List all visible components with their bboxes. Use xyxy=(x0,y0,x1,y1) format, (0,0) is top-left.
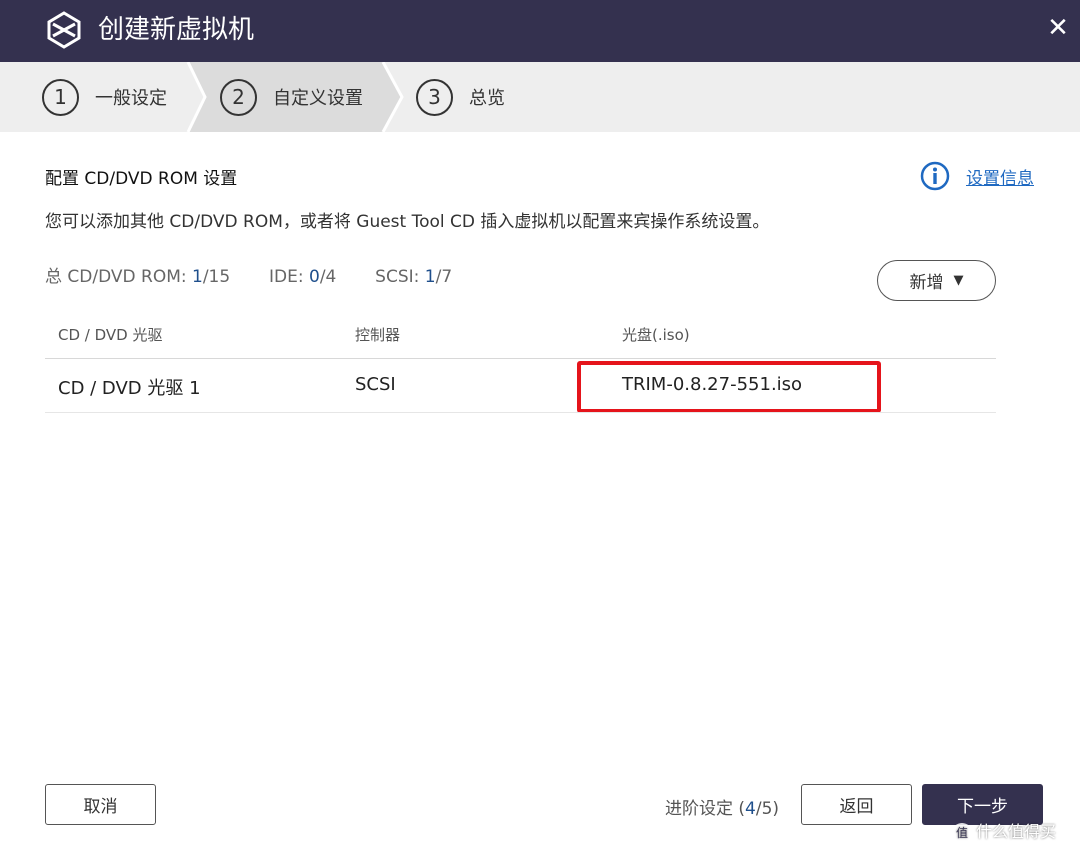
progress-total: /5 xyxy=(755,799,773,819)
total-rom-max: /15 xyxy=(202,267,231,287)
wizard-steps: 1 一般设定 2 自定义设置 3 总览 xyxy=(0,62,1080,132)
step-custom-settings[interactable]: 2 自定义设置 xyxy=(220,62,363,132)
table-divider xyxy=(45,358,996,359)
title-bar: 创建新虚拟机 ✕ xyxy=(0,0,1080,62)
progress-current: 4 xyxy=(745,799,756,819)
settings-info-link[interactable]: 设置信息 xyxy=(966,164,1034,189)
column-header-controller: 控制器 xyxy=(355,326,401,344)
ide-used: 0 xyxy=(308,267,320,287)
add-button-label: 新增 xyxy=(909,273,944,293)
ide-max: /4 xyxy=(319,267,337,287)
column-header-iso: 光盘(.iso) xyxy=(622,326,690,344)
section-title: 配置 CD/DVD ROM 设置 xyxy=(45,169,238,189)
total-rom-label: 总 CD/DVD ROM: xyxy=(45,267,192,287)
ide-label: IDE: xyxy=(269,267,309,287)
close-icon[interactable]: ✕ xyxy=(1040,10,1076,46)
rom-counts: 总 CD/DVD ROM: 1/15 IDE: 0/4 SCSI: 1/7 xyxy=(45,262,452,287)
step-number: 2 xyxy=(220,78,257,116)
cancel-button[interactable]: 取消 xyxy=(45,784,156,825)
iso-highlight-box xyxy=(577,361,881,413)
section-description: 您可以添加其他 CD/DVD ROM，或者将 Guest Tool CD 插入虚… xyxy=(45,212,770,232)
watermark-text: 什么值得买 xyxy=(976,822,1057,841)
watermark-icon: 值 xyxy=(952,822,972,843)
info-icon[interactable] xyxy=(920,161,950,191)
total-rom-used: 1 xyxy=(192,267,203,287)
cell-controller: SCSI xyxy=(355,374,396,395)
scsi-max: /7 xyxy=(435,267,453,287)
vm-logo-icon xyxy=(47,11,81,49)
progress-close: ) xyxy=(772,799,780,819)
progress-label: 进阶设定 ( xyxy=(665,799,746,819)
step-label: 总览 xyxy=(469,88,505,109)
step-overview[interactable]: 3 总览 xyxy=(416,62,505,132)
add-button[interactable]: 新增 ▼ xyxy=(877,260,996,301)
window-title: 创建新虚拟机 xyxy=(98,15,255,45)
table-divider xyxy=(45,412,996,413)
step-label: 自定义设置 xyxy=(273,88,363,109)
watermark: 值什么值得买 xyxy=(952,818,1056,843)
back-button[interactable]: 返回 xyxy=(801,784,912,825)
scsi-label: SCSI: xyxy=(375,267,425,287)
scsi-used: 1 xyxy=(424,267,436,287)
cell-drive: CD / DVD 光驱 1 xyxy=(58,378,201,399)
step-general-settings[interactable]: 1 一般设定 xyxy=(42,62,167,132)
caret-down-icon: ▼ xyxy=(953,273,964,288)
step-label: 一般设定 xyxy=(95,88,167,109)
column-header-drive: CD / DVD 光驱 xyxy=(58,326,163,344)
step-number: 3 xyxy=(416,78,453,116)
progress-indicator: 进阶设定 (4/5) xyxy=(665,794,779,819)
step-number: 1 xyxy=(42,78,79,116)
